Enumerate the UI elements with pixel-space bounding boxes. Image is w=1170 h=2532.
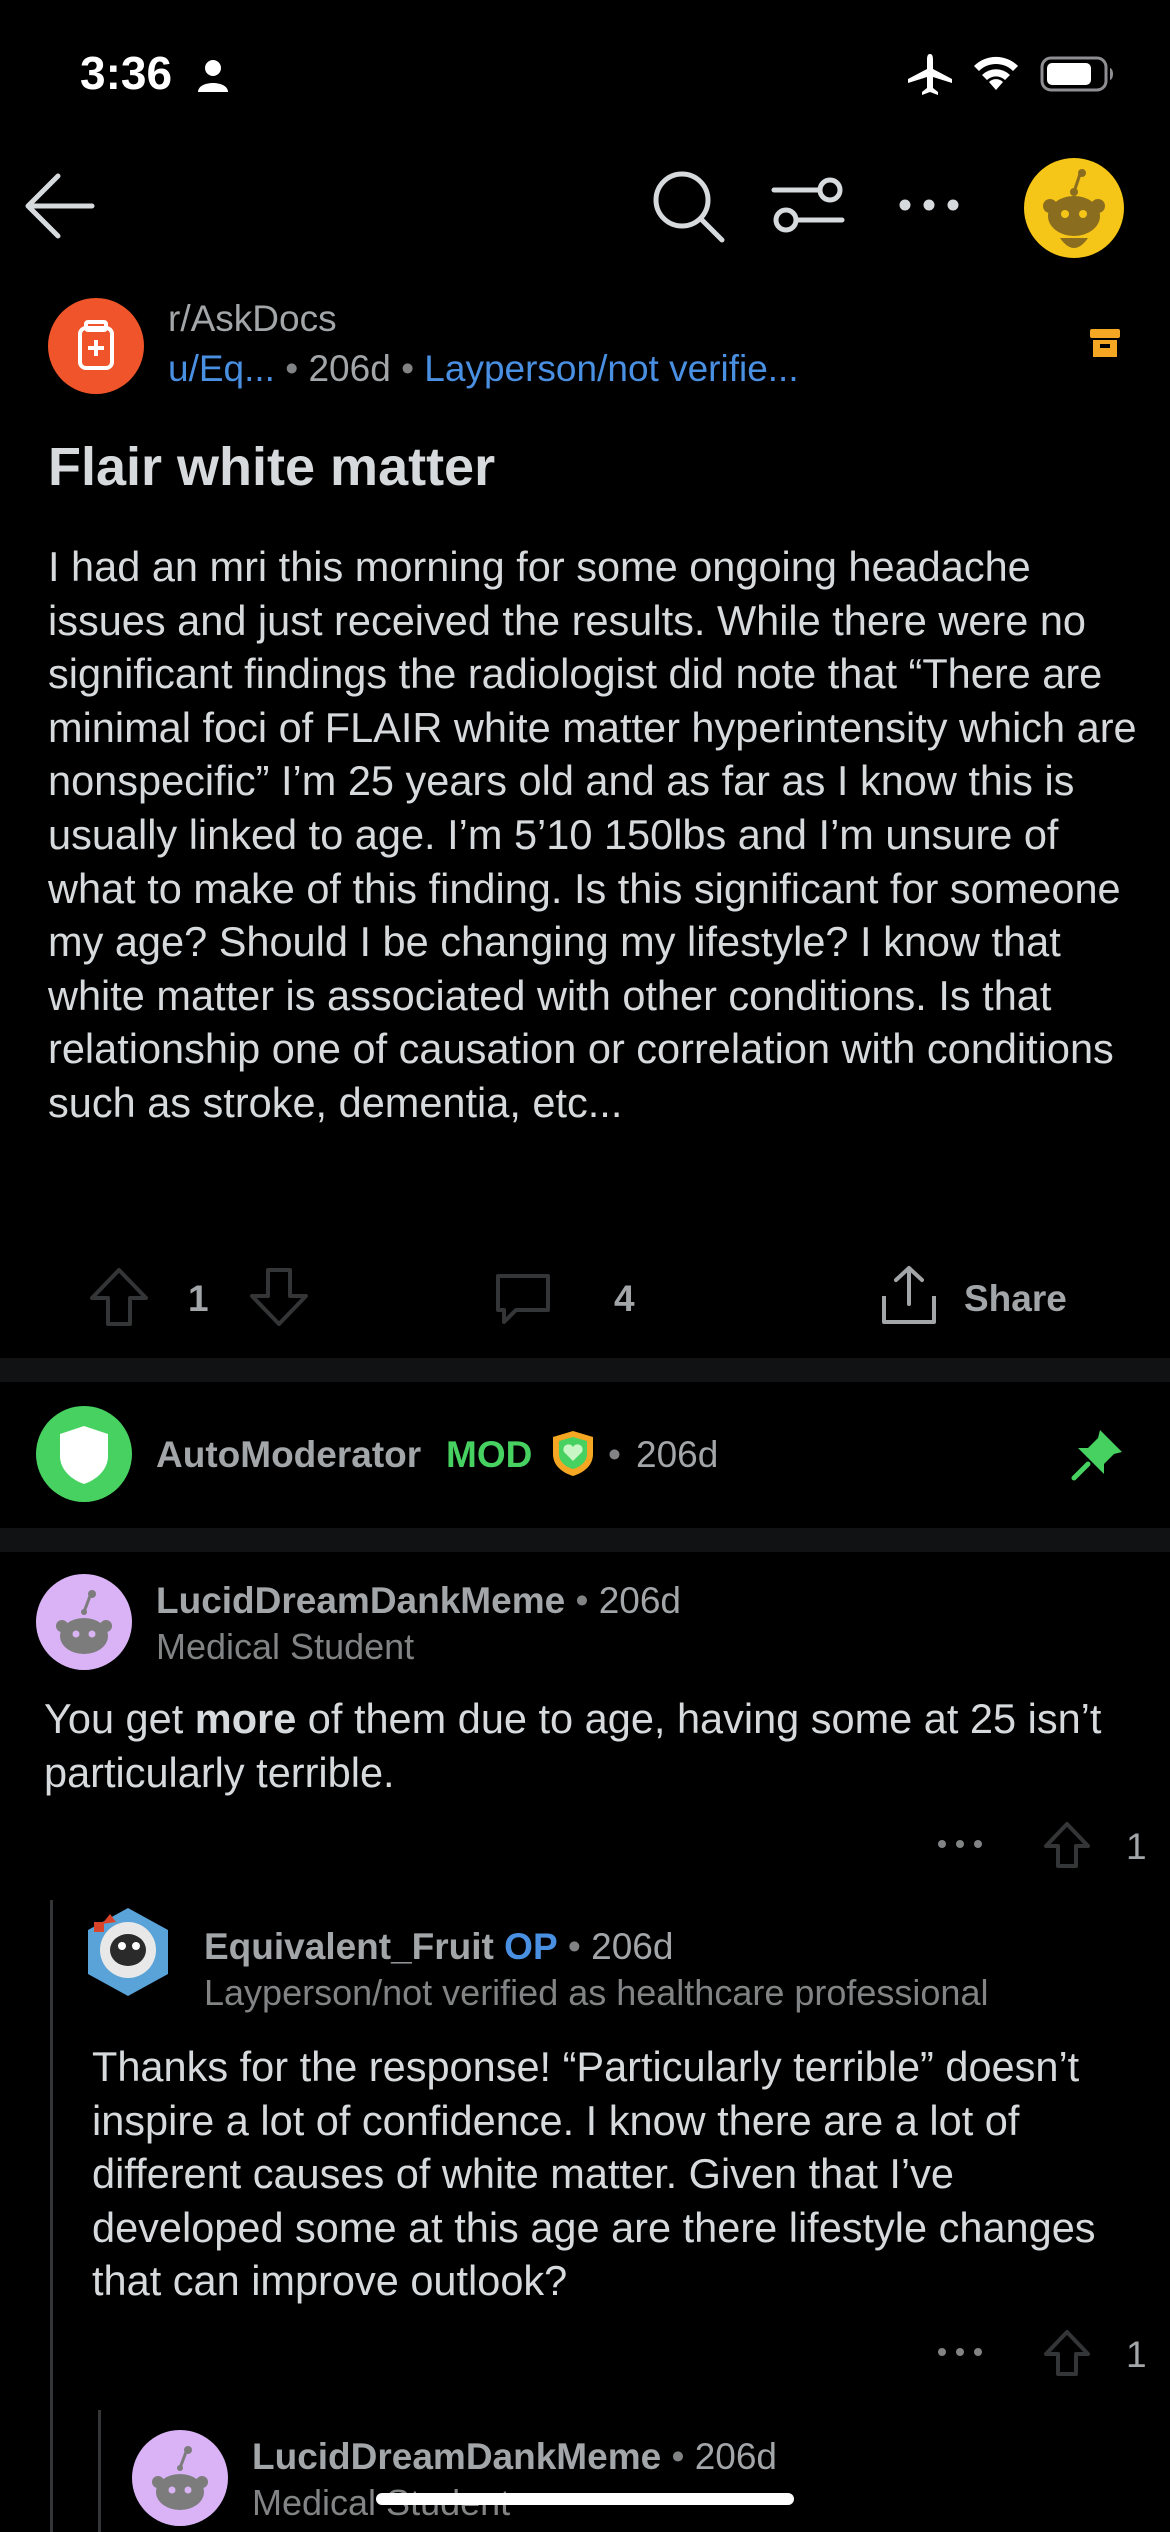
comment-age: 206d [598,1580,682,1621]
comment-vote-count: 1 [1126,2334,1147,2375]
user-flair[interactable]: Layperson/not verifie... [424,348,798,389]
search-icon[interactable] [648,166,728,246]
post-title: Flair white matter [48,437,496,497]
battery-icon [1040,56,1113,92]
subreddit-name[interactable]: r/AskDocs [168,298,337,340]
upvote-icon[interactable] [88,1266,150,1328]
separator-dot: • [661,2436,695,2477]
archive-icon [1090,329,1120,357]
comment-author[interactable]: LucidDreamDankMeme [252,2436,661,2477]
clock: 3:36 [80,47,173,99]
snoo-avatar-icon [56,1590,112,1654]
comment-age: 206d [591,1926,674,1967]
comment-author-line: LucidDreamDankMeme • 206d [252,2436,777,2478]
comment-author[interactable]: Equivalent_Fruit [204,1926,494,1967]
sort-filter-icon[interactable] [770,170,846,240]
separator-dot: • [557,1926,592,1967]
astronaut-avatar-icon [88,1908,168,1996]
wifi-icon [974,56,1018,90]
post-body: I had an mri this morning for some ongoi… [48,543,1137,1126]
thread-line [50,1900,53,2532]
mod-badge: MOD [446,1434,533,1475]
back-arrow-icon[interactable] [22,168,98,244]
comment-flair: Layperson/not verified as healthcare pro… [204,1972,989,2013]
thread-line [98,2410,101,2532]
downvote-icon[interactable] [248,1266,310,1328]
comment-author[interactable]: LucidDreamDankMeme [156,1580,565,1621]
home-indicator[interactable] [376,2493,794,2505]
comment-text-bold: more [194,1695,297,1742]
automod-age: 206d [636,1434,719,1475]
automod-name[interactable]: AutoModerator [156,1434,421,1476]
comment-more-icon[interactable] [936,2342,984,2362]
comment-author-line: LucidDreamDankMeme • 206d [156,1580,681,1622]
separator-dot: • [565,1580,599,1621]
post-meta: u/Eq... • 206d • Layperson/not verifie..… [168,348,799,390]
snoo-avatar-icon [1043,169,1105,248]
snoo-avatar-icon [152,2446,208,2510]
comment-text: You get [44,1695,195,1742]
comment-author-line: Equivalent_Fruit OP • 206d [204,1926,673,1968]
mod-shield-icon [553,1431,593,1476]
medical-kit-icon [78,320,114,370]
comment-upvote-icon[interactable] [1042,2328,1092,2378]
comment-upvote-icon[interactable] [1042,1820,1092,1870]
share-button[interactable]: Share [964,1278,1067,1320]
more-options-icon[interactable] [894,180,964,230]
commenter-avatar[interactable] [132,2430,228,2526]
user-avatar[interactable] [1024,158,1124,258]
airplane-icon [908,54,952,95]
share-icon[interactable] [878,1264,940,1326]
pin-icon [1071,1430,1122,1481]
commenter-avatar[interactable] [36,1574,132,1670]
section-divider [0,1358,1170,1382]
status-bar: 3:36 [0,0,1170,150]
subreddit-icon[interactable] [48,298,144,394]
separator-dot: • [608,1434,621,1475]
automod-avatar[interactable] [36,1406,132,1502]
comment-body: You get more of them due to age, having … [44,1692,1114,1799]
vote-count: 1 [188,1278,209,1319]
separator-dot: • [285,348,309,389]
comment-count: 4 [614,1278,635,1319]
comment-more-icon[interactable] [936,1834,984,1854]
comment-icon[interactable] [492,1268,554,1330]
comment-vote-count: 1 [1126,1826,1147,1867]
section-divider [0,1528,1170,1552]
separator-dot: • [401,348,425,389]
post-age: 206d [308,348,391,389]
comment-age: 206d [694,2436,778,2477]
op-badge: OP [504,1926,558,1967]
post-author[interactable]: u/Eq... [168,348,275,389]
commenter-avatar[interactable] [80,1904,176,2000]
comment-flair: Medical Student [156,1626,415,1667]
comment-body: Thanks for the response! “Particularly t… [92,2043,1096,2305]
shield-icon [60,1426,108,1484]
person-icon [198,60,228,92]
